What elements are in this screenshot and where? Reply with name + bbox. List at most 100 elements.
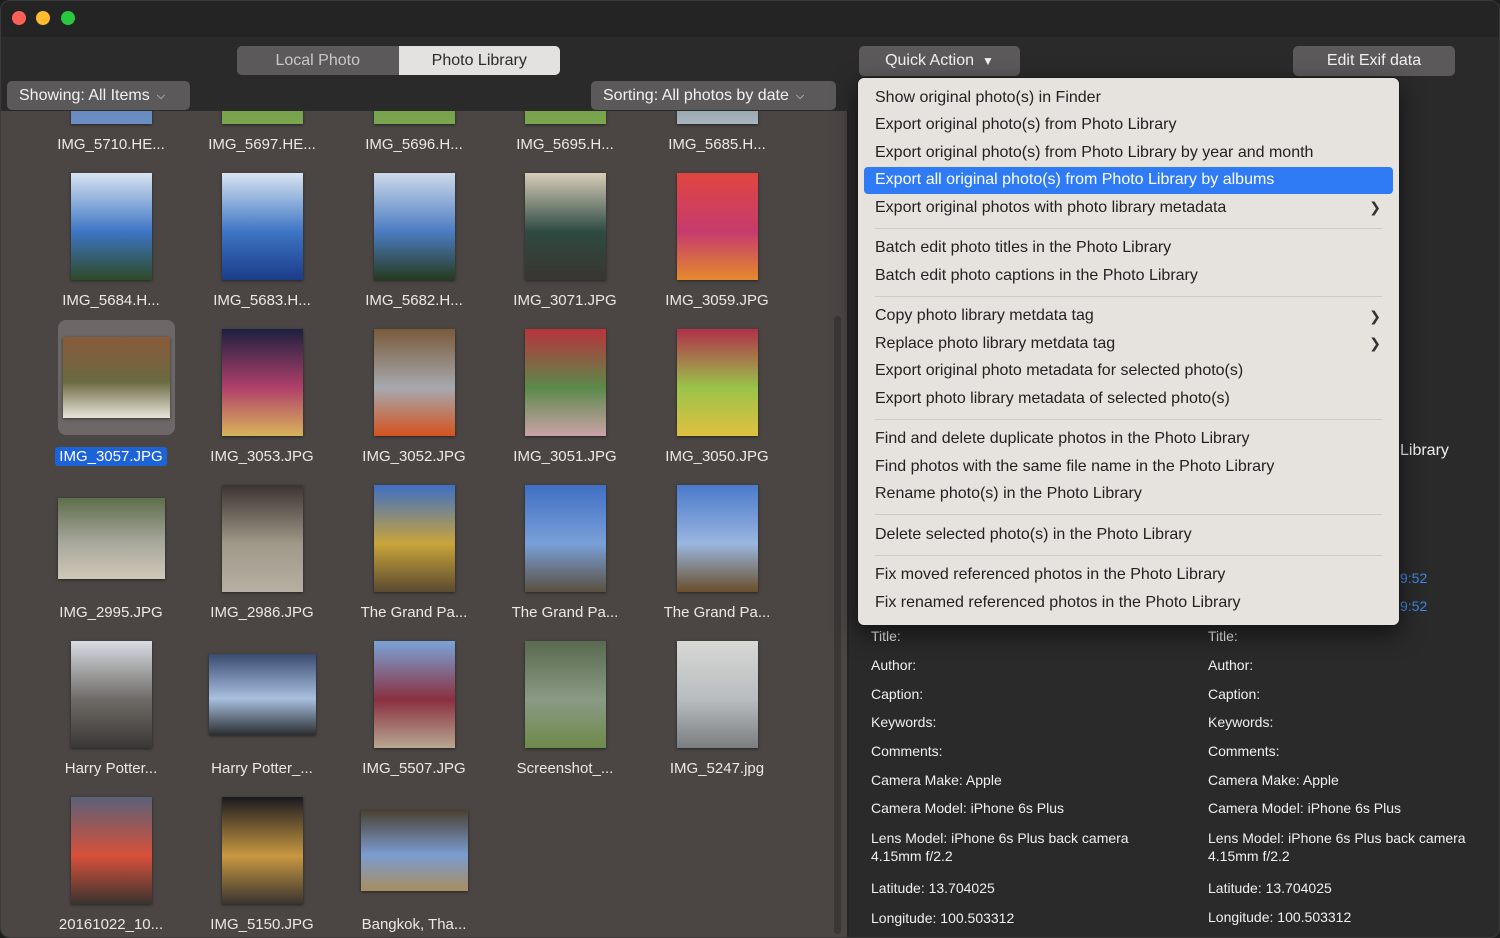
photo-thumbnail[interactable]	[373, 640, 455, 748]
menu-item[interactable]: Export photo library metadata of selecte…	[864, 385, 1393, 413]
menu-item[interactable]: Export original photo metadata for selec…	[864, 358, 1393, 386]
menu-item[interactable]: Export original photos with photo librar…	[864, 194, 1393, 222]
photo-thumbnail[interactable]	[70, 111, 152, 124]
grid-scrollbar-thumb[interactable]	[834, 316, 841, 934]
photo-thumbnail[interactable]	[676, 111, 758, 124]
minimize-window-button[interactable]	[36, 11, 50, 25]
photo-item[interactable]: IMG_2986.JPG	[187, 476, 337, 626]
menu-item[interactable]: Fix moved referenced photos in the Photo…	[864, 562, 1393, 590]
photo-thumbnail[interactable]	[373, 172, 455, 280]
menu-item[interactable]: Export original photo(s) from Photo Libr…	[864, 112, 1393, 140]
photo-item[interactable]: IMG_5150.JPG	[187, 788, 337, 937]
photo-thumbnail[interactable]	[524, 111, 606, 124]
photo-item[interactable]: IMG_5710.HE...	[36, 111, 186, 158]
photo-thumbnail[interactable]	[70, 172, 152, 280]
sorting-label: Sorting: All photos by date	[603, 86, 789, 104]
quick-action-menu: Show original photo(s) in Finder Export o…	[857, 77, 1400, 626]
menu-item-label: Export original photo(s) from Photo Libr…	[875, 143, 1314, 161]
photo-item[interactable]: IMG_5695.H...	[490, 111, 640, 158]
sorting-dropdown[interactable]: Sorting: All photos by date ⌵	[591, 81, 836, 110]
photo-item[interactable]: IMG_2995.JPG	[36, 476, 186, 626]
menu-item[interactable]: Replace photo library metdata tag ❯	[864, 330, 1393, 358]
photo-filename-text: Harry Potter...	[64, 760, 158, 777]
photo-filename: IMG_2995.JPG	[36, 604, 186, 621]
photo-filename-text: IMG_5697.HE...	[208, 136, 316, 153]
photo-item[interactable]: IMG_3051.JPG	[490, 320, 640, 470]
caption-field: Caption:	[871, 686, 924, 702]
menu-item[interactable]: Batch edit photo captions in the Photo L…	[864, 262, 1393, 290]
photo-thumbnail[interactable]	[373, 328, 455, 436]
photo-item[interactable]: IMG_3057.JPG	[36, 320, 186, 470]
menu-item[interactable]: Show original photo(s) in Finder	[864, 84, 1393, 112]
photo-thumbnail[interactable]	[373, 484, 455, 592]
photo-filename: IMG_5697.HE...	[187, 136, 337, 153]
photo-thumbnail[interactable]	[221, 111, 303, 124]
photo-thumbnail[interactable]	[57, 497, 165, 579]
photo-item[interactable]: IMG_3053.JPG	[187, 320, 337, 470]
photo-thumbnail[interactable]	[70, 796, 152, 904]
menu-item[interactable]: Fix renamed referenced photos in the Pho…	[864, 589, 1393, 617]
photo-item[interactable]: The Grand Pa...	[339, 476, 489, 626]
photo-thumbnail[interactable]	[221, 796, 303, 904]
menu-item-label: Export original photo(s) from Photo Libr…	[875, 116, 1177, 134]
menu-item[interactable]: Find photos with the same file name in t…	[864, 453, 1393, 481]
menu-item-label: Copy photo library metdata tag	[875, 307, 1094, 325]
lens-model-field: Lens Model: iPhone 6s Plus back camera	[871, 830, 1129, 846]
quick-action-button[interactable]: Quick Action ▼	[859, 46, 1020, 76]
photo-item[interactable]: IMG_3059.JPG	[642, 164, 792, 314]
photo-thumbnail[interactable]	[676, 640, 758, 748]
menu-separator	[875, 554, 1382, 556]
photo-filename: IMG_5247.jpg	[642, 760, 792, 777]
photo-item[interactable]: Screenshot_...	[490, 632, 640, 782]
photo-thumbnail[interactable]	[524, 484, 606, 592]
photo-thumbnail[interactable]	[208, 653, 316, 735]
menu-item[interactable]: Delete selected photo(s) in the Photo Li…	[864, 521, 1393, 549]
menu-item[interactable]: Export all original photo(s) from Photo …	[864, 166, 1393, 194]
tab-local-photo[interactable]: Local Photo	[237, 46, 399, 75]
photo-item[interactable]: Harry Potter...	[36, 632, 186, 782]
close-window-button[interactable]	[12, 11, 26, 25]
photo-thumbnail[interactable]	[524, 328, 606, 436]
edit-exif-button[interactable]: Edit Exif data	[1293, 46, 1455, 76]
photo-thumbnail[interactable]	[676, 484, 758, 592]
menu-item[interactable]: Find and delete duplicate photos in the …	[864, 426, 1393, 454]
photo-item[interactable]: IMG_5696.H...	[339, 111, 489, 158]
photo-item[interactable]: The Grand Pa...	[490, 476, 640, 626]
photo-thumbnail[interactable]	[373, 111, 455, 124]
photo-thumbnail[interactable]	[63, 337, 170, 418]
showing-filter-dropdown[interactable]: Showing: All Items ⌵	[7, 81, 190, 110]
camera-make-field: Camera Make: Apple	[1208, 772, 1339, 788]
menu-item[interactable]: Copy photo library metdata tag ❯	[864, 303, 1393, 331]
photo-item[interactable]: IMG_5697.HE...	[187, 111, 337, 158]
photo-thumbnail[interactable]	[676, 328, 758, 436]
photo-thumbnail[interactable]	[524, 640, 606, 748]
photo-item[interactable]: Bangkok, Tha...	[339, 788, 489, 937]
photo-thumbnail[interactable]	[221, 328, 303, 436]
photo-item[interactable]: 20161022_10...	[36, 788, 186, 937]
photo-filename-text: IMG_5710.HE...	[57, 136, 165, 153]
photo-thumbnail[interactable]	[221, 172, 303, 280]
menu-item[interactable]: Rename photo(s) in the Photo Library	[864, 481, 1393, 509]
photo-thumbnail[interactable]	[676, 172, 758, 280]
photo-item[interactable]: Harry Potter_...	[187, 632, 337, 782]
photo-thumbnail[interactable]	[360, 809, 468, 891]
photo-item[interactable]: The Grand Pa...	[642, 476, 792, 626]
photo-thumbnail[interactable]	[221, 484, 303, 592]
photo-item[interactable]: IMG_5685.H...	[642, 111, 792, 158]
photo-filename: 20161022_10...	[36, 916, 186, 933]
photo-thumbnail[interactable]	[524, 172, 606, 280]
photo-item[interactable]: IMG_5683.H...	[187, 164, 337, 314]
photo-item[interactable]: IMG_5682.H...	[339, 164, 489, 314]
zoom-window-button[interactable]	[61, 11, 75, 25]
photo-item[interactable]: IMG_5247.jpg	[642, 632, 792, 782]
photo-item[interactable]: IMG_5684.H...	[36, 164, 186, 314]
photo-item[interactable]: IMG_3052.JPG	[339, 320, 489, 470]
photo-filename-text: IMG_3052.JPG	[362, 448, 466, 465]
tab-photo-library[interactable]: Photo Library	[398, 46, 560, 75]
photo-thumbnail[interactable]	[70, 640, 152, 748]
photo-item[interactable]: IMG_3050.JPG	[642, 320, 792, 470]
menu-item[interactable]: Batch edit photo titles in the Photo Lib…	[864, 235, 1393, 263]
photo-item[interactable]: IMG_5507.JPG	[339, 632, 489, 782]
menu-item[interactable]: Export original photo(s) from Photo Libr…	[864, 139, 1393, 167]
photo-item[interactable]: IMG_3071.JPG	[490, 164, 640, 314]
